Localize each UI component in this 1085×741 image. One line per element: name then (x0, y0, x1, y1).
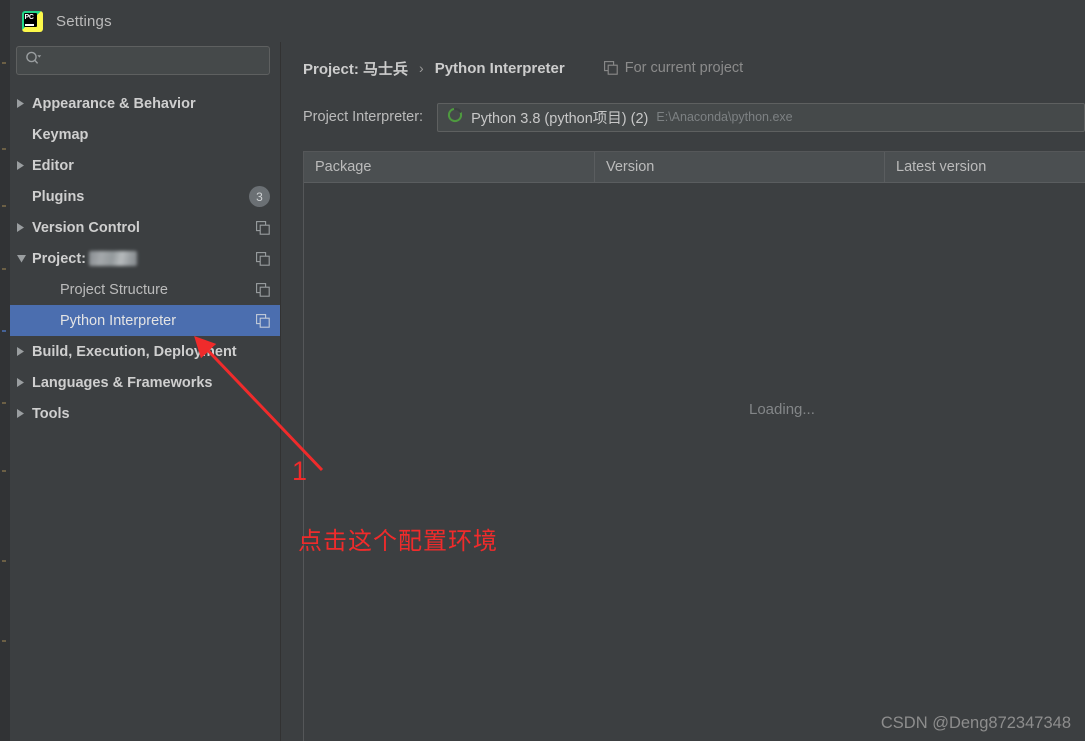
loading-indicator: Loading... (749, 401, 815, 418)
project-interpreter-row: Project Interpreter: Python 3.8 (python项… (281, 94, 1085, 140)
sidebar-item-label: Languages & Frameworks (32, 374, 213, 391)
sidebar-item-build-execution-deployment[interactable]: Build, Execution, Deployment (10, 336, 280, 367)
for-current-project-text: For current project (624, 60, 744, 76)
search-icon (25, 51, 42, 71)
sidebar-item-python-interpreter[interactable]: Python Interpreter (10, 305, 280, 336)
sidebar-item-tools[interactable]: Tools (10, 398, 280, 429)
sidebar-item-project[interactable]: Project: (10, 243, 280, 274)
annotation-number: 1 (292, 456, 308, 486)
column-header-latest-version[interactable]: Latest version (885, 152, 1085, 182)
project-interpreter-label: Project Interpreter: (303, 109, 424, 125)
column-header-version[interactable]: Version (595, 152, 885, 182)
package-table-body: Loading... (304, 183, 1085, 741)
breadcrumb: Project: 马士兵 › Python Interpreter For cu… (281, 42, 1085, 94)
settings-content-pane: Project: 马士兵 › Python Interpreter For cu… (280, 42, 1085, 741)
copy-icon (256, 282, 270, 297)
chevron-down-icon[interactable] (10, 254, 32, 264)
breadcrumb-project[interactable]: Project: 马士兵 (303, 58, 408, 79)
search-input[interactable] (42, 52, 261, 69)
pycharm-logo-icon: PC (22, 10, 43, 32)
sidebar-item-label: Appearance & Behavior (32, 95, 196, 112)
sidebar-item-languages-frameworks[interactable]: Languages & Frameworks (10, 367, 280, 398)
sidebar-item-label: Build, Execution, Deployment (32, 343, 237, 360)
annotation-text: 点击这个配置环境 (298, 527, 498, 555)
chevron-right-icon[interactable] (10, 346, 32, 357)
package-table: Package Version Latest version Loading..… (303, 151, 1085, 741)
chevron-right-icon[interactable] (10, 377, 32, 388)
sidebar-item-label: Tools (32, 405, 70, 422)
sidebar-item-keymap[interactable]: Keymap (10, 119, 280, 150)
redacted-project-name (89, 251, 137, 266)
chevron-right-icon[interactable] (10, 408, 32, 419)
project-interpreter-select[interactable]: Python 3.8 (python项目) (2) E:\Anaconda\py… (437, 102, 1085, 132)
chevron-right-icon[interactable] (10, 98, 32, 109)
chevron-right-icon[interactable] (10, 222, 32, 233)
background-ide-strip (0, 0, 10, 741)
breadcrumb-page: Python Interpreter (434, 59, 565, 77)
settings-sidebar: Appearance & Behavior Keymap Editor Plug… (10, 42, 280, 741)
sidebar-item-label: Keymap (32, 126, 89, 143)
python-ring-icon (447, 107, 463, 128)
copy-icon (256, 251, 270, 266)
package-table-header: Package Version Latest version (304, 152, 1085, 183)
search-box[interactable] (16, 46, 270, 75)
interpreter-path: E:\Anaconda\python.exe (656, 110, 793, 124)
chevron-right-icon[interactable] (10, 160, 32, 171)
sidebar-item-appearance-behavior[interactable]: Appearance & Behavior (10, 88, 280, 119)
sidebar-item-label: Project Structure (60, 281, 168, 298)
sidebar-item-label: Project: (32, 250, 86, 267)
interpreter-name: Python 3.8 (python项目) (2) (471, 110, 649, 127)
sidebar-item-label: Plugins (32, 188, 85, 205)
window-titlebar: PC Settings (10, 0, 1085, 42)
settings-category-tree: Appearance & Behavior Keymap Editor Plug… (10, 88, 280, 741)
settings-window: PC Settings Appearance & Behavior Keymap… (10, 0, 1085, 741)
copy-icon (256, 220, 270, 235)
copy-icon (256, 313, 270, 328)
sidebar-item-project-structure[interactable]: Project Structure (10, 274, 280, 305)
for-current-project-label[interactable]: For current project (603, 60, 744, 76)
sidebar-item-label: Python Interpreter (60, 312, 177, 329)
window-title: Settings (56, 12, 112, 30)
sidebar-item-editor[interactable]: Editor (10, 150, 280, 181)
breadcrumb-separator: › (419, 60, 424, 76)
settings-dialog-screenshot: PC Settings Appearance & Behavior Keymap… (0, 0, 1085, 741)
plugins-update-badge: 3 (249, 186, 270, 207)
sidebar-item-version-control[interactable]: Version Control (10, 212, 280, 243)
sidebar-item-plugins[interactable]: Plugins 3 (10, 181, 280, 212)
watermark: CSDN @Deng872347348 (880, 714, 1071, 732)
copy-icon (603, 61, 618, 75)
column-header-package[interactable]: Package (304, 152, 595, 182)
sidebar-item-label: Editor (32, 157, 74, 174)
sidebar-item-label: Version Control (32, 219, 140, 236)
